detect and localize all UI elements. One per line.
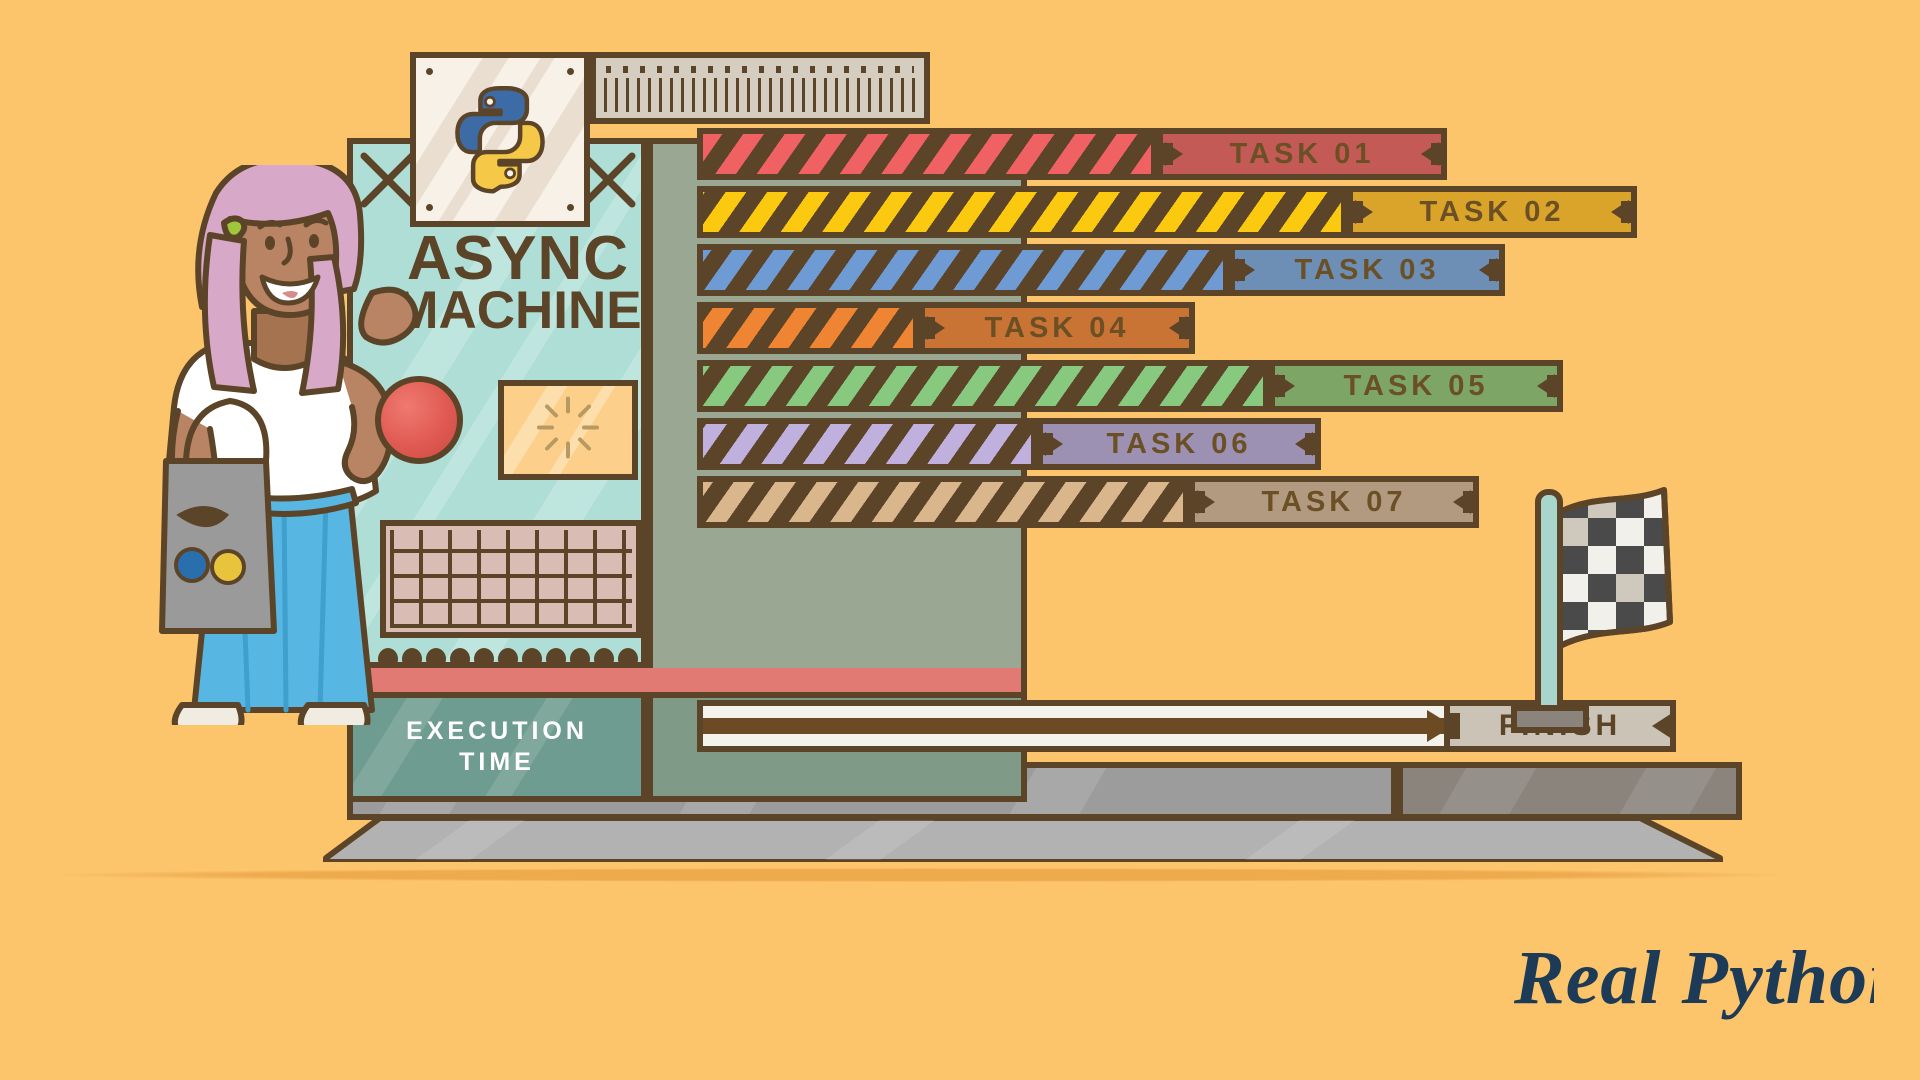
task-label-03[interactable]: TASK 03	[1229, 244, 1505, 296]
task-stripe-07	[697, 476, 1189, 528]
task-stripe-03	[697, 244, 1229, 296]
task-label-text: TASK 05	[1343, 369, 1489, 402]
task-label-text: TASK 04	[984, 311, 1130, 344]
task-label-text: TASK 06	[1106, 427, 1252, 460]
task-label-04[interactable]: TASK 04	[919, 302, 1195, 354]
emergency-stop-button[interactable]	[375, 376, 463, 464]
task-stripe-04	[697, 302, 919, 354]
task-stripe-05	[697, 360, 1269, 412]
platform-top-right	[1397, 762, 1742, 820]
task-label-02[interactable]: TASK 02	[1347, 186, 1637, 238]
task-label-05[interactable]: TASK 05	[1269, 360, 1563, 412]
task-label-text: TASK 01	[1229, 137, 1375, 170]
task-label-text: TASK 07	[1261, 485, 1407, 518]
task-label-06[interactable]: TASK 06	[1037, 418, 1321, 470]
ground-shadow	[60, 868, 1780, 882]
real-python-logo: Real Python	[1513, 925, 1910, 1042]
machine-vent-plate	[590, 52, 930, 124]
machine-loader-display	[498, 380, 638, 480]
task-label-01[interactable]: TASK 01	[1157, 128, 1447, 180]
spinner-icon	[533, 393, 603, 468]
real-python-logo-text: Real Python	[1514, 936, 1874, 1020]
finish-track-bar	[697, 700, 1457, 752]
task-label-text: TASK 02	[1419, 195, 1565, 228]
python-logo-icon	[444, 81, 556, 198]
task-stripe-02	[697, 186, 1347, 238]
task-stripe-01	[697, 128, 1157, 180]
checkered-flag-icon	[1500, 470, 1690, 750]
task-stripe-06	[697, 418, 1037, 470]
illustration-canvas: ASYNC MACHINE EXECUTION TIME TASK 01 TAS…	[0, 0, 1920, 1080]
execution-time-label-line2: TIME	[459, 748, 535, 776]
task-label-07[interactable]: TASK 07	[1189, 476, 1479, 528]
platform-ramp	[320, 815, 1730, 865]
task-label-text: TASK 03	[1294, 253, 1440, 286]
